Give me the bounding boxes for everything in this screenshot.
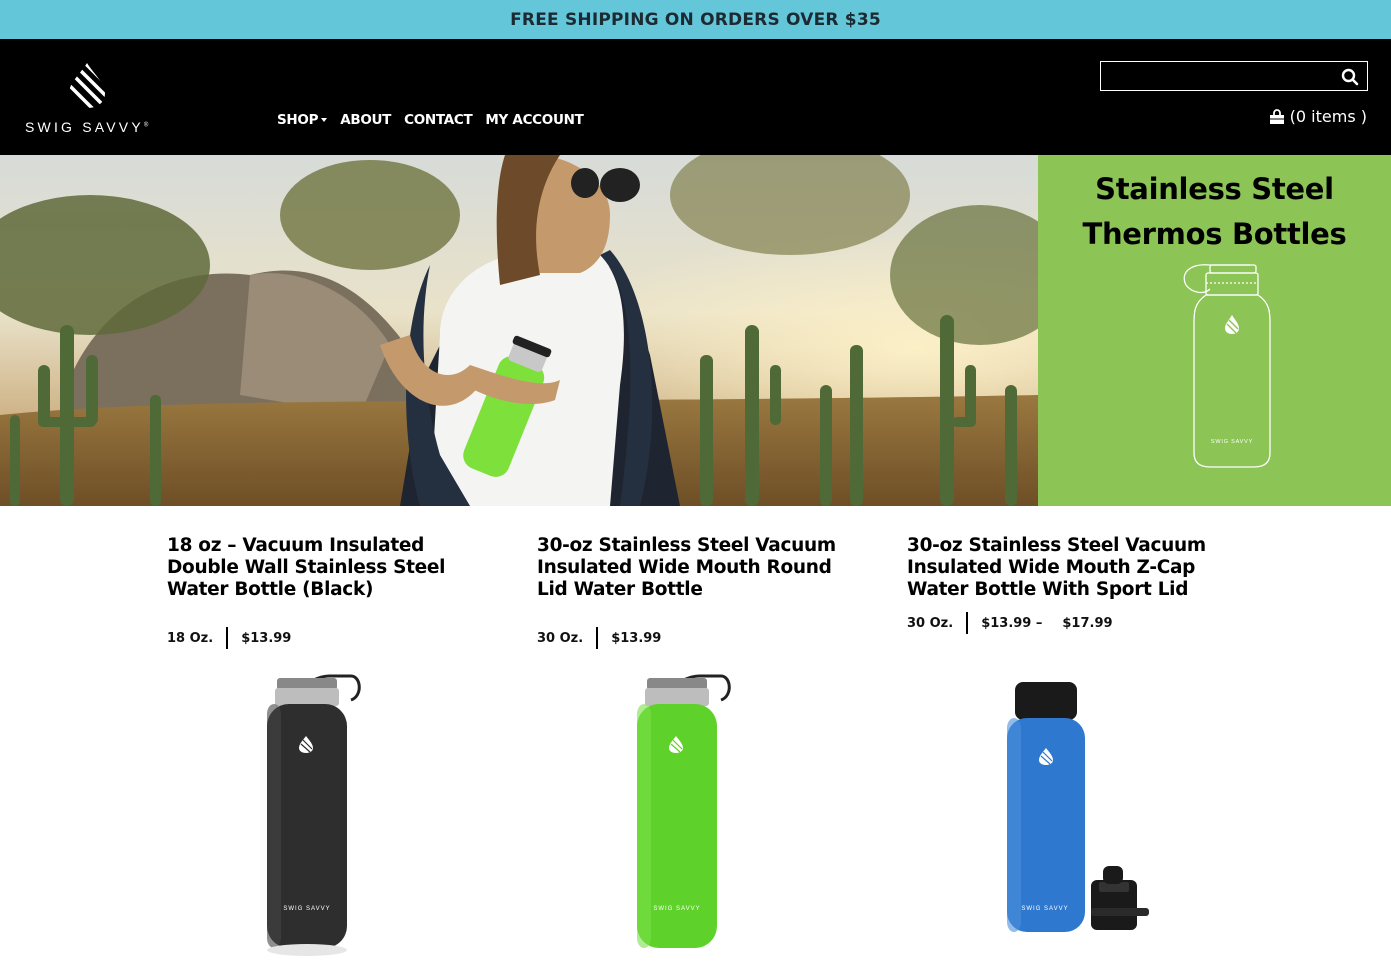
promo-bar: FREE SHIPPING ON ORDERS OVER $35 — [0, 0, 1391, 39]
product-meta: 30 Oz. $13.99 – $17.99 — [907, 612, 1207, 634]
bottle-outline-icon: SWIG SAVVY — [1183, 264, 1271, 468]
brand-name: SWIG SAVVY® — [25, 119, 149, 135]
main-nav: SHOP ABOUT CONTACT MY ACCOUNT — [277, 112, 584, 128]
promo-text: FREE SHIPPING ON ORDERS OVER $35 — [510, 9, 881, 30]
cart-link[interactable]: (0 items ) — [1269, 107, 1367, 126]
product-image-brand: SWIG SAVVY — [653, 906, 700, 912]
product-image-brand: SWIG SAVVY — [283, 906, 330, 912]
product-size: 30 Oz. — [907, 615, 954, 631]
product-size: 30 Oz. — [537, 630, 584, 646]
hero-banner[interactable]: Stainless Steel Thermos Bottles SWIG SAV… — [0, 155, 1391, 506]
product-price: $13.99 — [241, 630, 292, 646]
brand-logo[interactable]: SWIG SAVVY® — [25, 61, 165, 139]
product-price: $13.99 – — [981, 615, 1043, 631]
product-meta: 18 Oz. $13.99 — [167, 627, 467, 649]
product-title[interactable]: 30-oz Stainless Steel Vacuum Insulated W… — [537, 535, 837, 601]
product-card[interactable]: 30-oz Stainless Steel Vacuum Insulated W… — [907, 535, 1207, 634]
product-title[interactable]: 18 oz – Vacuum Insulated Double Wall Sta… — [167, 535, 467, 601]
cart-count: (0 items ) — [1289, 107, 1367, 126]
shopping-bag-icon — [1269, 108, 1284, 124]
product-meta: 30 Oz. $13.99 — [537, 627, 837, 649]
product-image[interactable]: SWIG SAVVY — [255, 672, 375, 956]
site-header: SWIG SAVVY® SHOP ABOUT CONTACT MY ACCOUN… — [0, 39, 1391, 155]
product-title[interactable]: 30-oz Stainless Steel Vacuum Insulated W… — [907, 535, 1207, 601]
hero-bottle-brand: SWIG SAVVY — [1211, 439, 1253, 445]
product-card[interactable]: 18 oz – Vacuum Insulated Double Wall Sta… — [167, 535, 467, 649]
product-price-max: $17.99 — [1062, 615, 1113, 631]
hero-photo — [0, 155, 1038, 506]
nav-contact[interactable]: CONTACT — [404, 112, 473, 128]
search-box — [1100, 61, 1368, 91]
product-image-brand: SWIG SAVVY — [1021, 906, 1068, 912]
nav-my-account[interactable]: MY ACCOUNT — [485, 112, 583, 128]
nav-shop[interactable]: SHOP — [277, 112, 328, 128]
caret-down-icon — [321, 118, 328, 122]
swig-savvy-logo-icon — [69, 63, 105, 108]
product-image[interactable]: SWIG SAVVY — [995, 680, 1165, 940]
product-card[interactable]: 30-oz Stainless Steel Vacuum Insulated W… — [537, 535, 837, 649]
product-image[interactable]: SWIG SAVVY — [625, 672, 745, 956]
search-input[interactable] — [1101, 62, 1337, 90]
product-size: 18 Oz. — [167, 630, 214, 646]
product-price: $13.99 — [611, 630, 662, 646]
nav-about[interactable]: ABOUT — [340, 112, 391, 128]
hero-title: Stainless Steel Thermos Bottles — [1082, 172, 1347, 251]
hero-panel: Stainless Steel Thermos Bottles SWIG SAV… — [1038, 155, 1391, 506]
search-icon[interactable] — [1341, 68, 1359, 86]
